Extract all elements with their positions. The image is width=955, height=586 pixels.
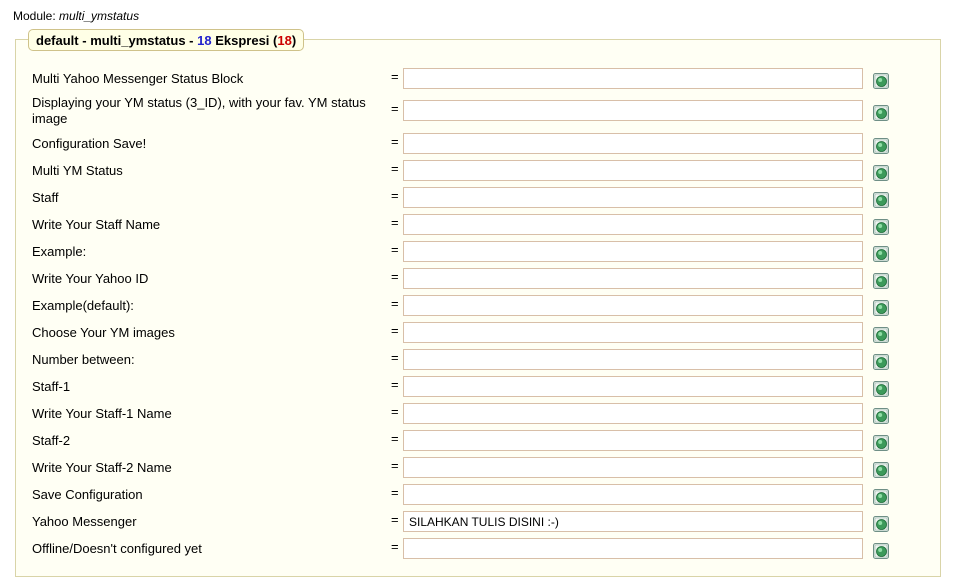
row-label: Offline/Doesn't configured yet [32,541,202,556]
save-icon[interactable] [873,138,889,154]
translation-input[interactable] [403,430,863,451]
translation-input[interactable] [403,68,863,89]
save-icon[interactable] [873,516,889,532]
translation-input[interactable] [403,376,863,397]
row-label: Displaying your YM status (3_ID), with y… [32,95,366,126]
translation-input[interactable] [403,187,863,208]
row-label: Write Your Staff-1 Name [32,406,172,421]
save-icon[interactable] [873,219,889,235]
equals-sign: = [391,269,399,284]
row-label: Example: [32,244,87,259]
save-icon[interactable] [873,273,889,289]
row-label: Choose Your YM images [32,325,175,340]
legend-count: 18 [197,33,212,48]
translation-input[interactable] [403,214,863,235]
row-label: Staff-2 [32,433,71,448]
legend-module: multi_ymstatus [90,33,186,48]
equals-sign: = [391,485,399,500]
translation-input[interactable] [403,484,863,505]
save-icon[interactable] [873,105,889,121]
equals-sign: = [391,350,399,365]
legend-lang: default [36,33,79,48]
row-label: Multi YM Status [32,163,123,178]
translation-input[interactable] [403,457,863,478]
equals-sign: = [391,296,399,311]
save-icon[interactable] [873,192,889,208]
equals-sign: = [391,69,399,84]
equals-sign: = [391,242,399,257]
equals-sign: = [391,377,399,392]
row-label: Multi Yahoo Messenger Status Block [32,71,244,86]
save-icon[interactable] [873,354,889,370]
equals-sign: = [391,188,399,203]
save-icon[interactable] [873,246,889,262]
save-icon[interactable] [873,327,889,343]
equals-sign: = [391,431,399,446]
equals-sign: = [391,404,399,419]
legend-count-paren: 18 [277,33,292,48]
equals-sign: = [391,323,399,338]
panel-legend: default - multi_ymstatus - 18 Ekspresi (… [28,29,305,51]
save-icon[interactable] [873,435,889,451]
row-label: Save Configuration [32,487,143,502]
equals-sign: = [391,512,399,527]
legend-word: Ekspresi ( [211,33,278,48]
legend-close: ) [291,33,297,48]
translation-input[interactable] [403,241,863,262]
save-icon[interactable] [873,381,889,397]
equals-sign: = [391,215,399,230]
module-line: Module: multi_ymstatus [13,9,139,23]
save-icon[interactable] [873,73,889,89]
translation-input[interactable] [403,295,863,316]
row-label: Example(default): [32,298,134,313]
translation-input[interactable] [403,538,863,559]
translation-input[interactable] [403,133,863,154]
translation-input[interactable] [403,268,863,289]
row-label: Yahoo Messenger [32,514,137,529]
save-icon[interactable] [873,489,889,505]
translation-input[interactable] [403,511,863,532]
module-name: multi_ymstatus [59,9,140,23]
row-label: Write Your Staff-2 Name [32,460,172,475]
legend-separator: - [185,33,198,48]
legend-separator: - [78,33,91,48]
equals-sign: = [391,161,399,176]
row-label: Staff-1 [32,379,71,394]
translation-input[interactable] [403,322,863,343]
equals-sign: = [391,134,399,149]
row-label: Number between: [32,352,135,367]
translation-input[interactable] [403,403,863,424]
save-icon[interactable] [873,462,889,478]
row-label: Write Your Staff Name [32,217,161,232]
translation-input[interactable] [403,160,863,181]
module-prefix: Module: [13,9,56,23]
equals-sign: = [391,458,399,473]
row-label: Write Your Yahoo ID [32,271,149,286]
equals-sign: = [391,101,399,116]
row-label: Staff [32,190,59,205]
row-label: Configuration Save! [32,136,147,151]
equals-sign: = [391,539,399,554]
save-icon[interactable] [873,300,889,316]
translation-input[interactable] [403,349,863,370]
save-icon[interactable] [873,543,889,559]
save-icon[interactable] [873,165,889,181]
save-icon[interactable] [873,408,889,424]
translation-input[interactable] [403,100,863,121]
